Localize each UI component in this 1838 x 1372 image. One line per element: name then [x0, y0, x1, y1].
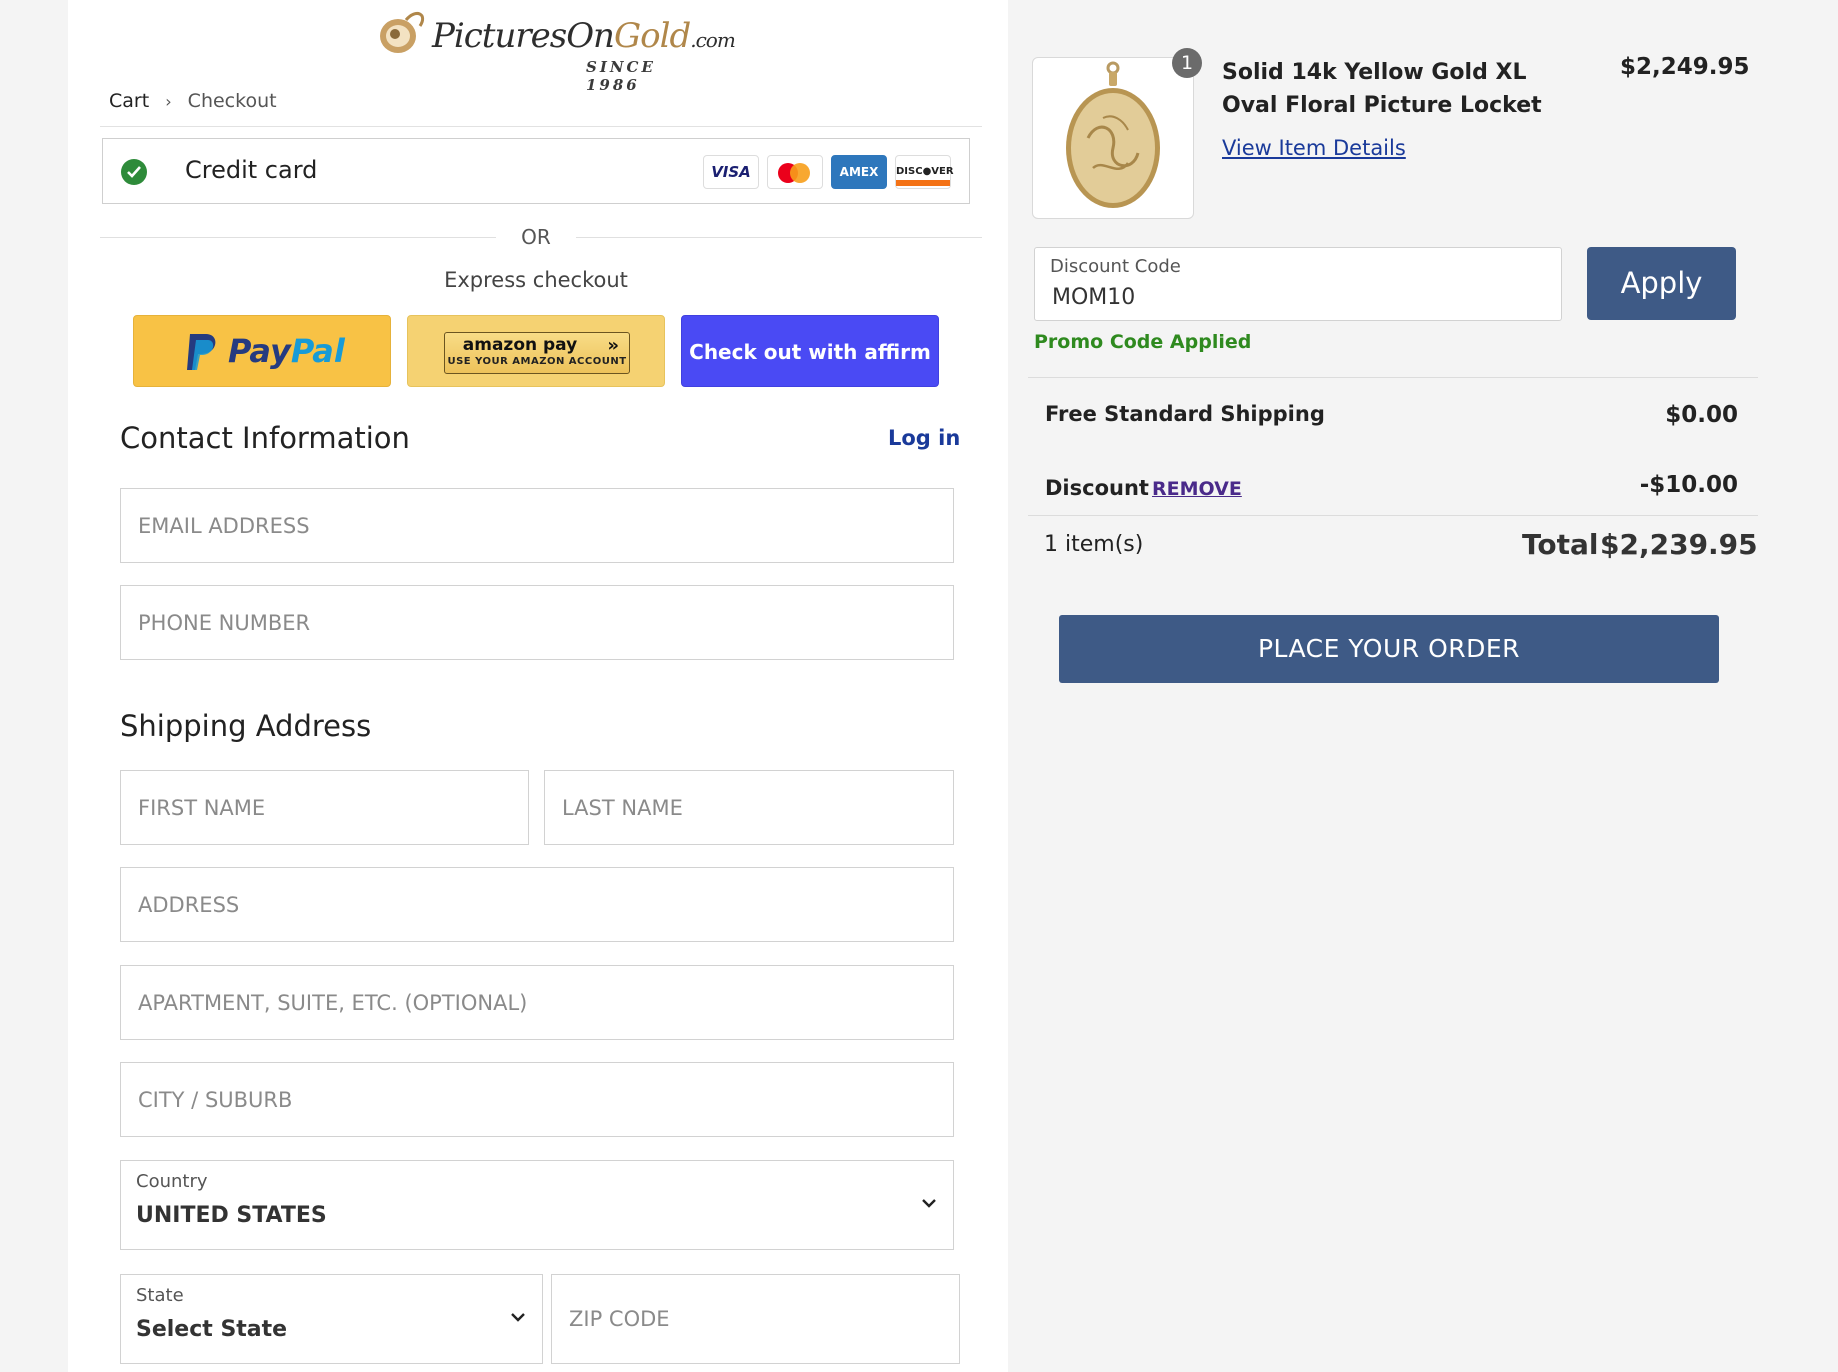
paypal-button[interactable]: PayPal [133, 315, 391, 387]
paypal-label: PayPal [228, 332, 345, 370]
view-item-details-link[interactable]: View Item Details [1222, 136, 1406, 160]
apartment-input[interactable] [121, 966, 953, 1039]
state-value: Select State [136, 1317, 288, 1342]
email-input[interactable] [121, 489, 953, 562]
chevron-down-icon [511, 1313, 525, 1322]
promo-status: Promo Code Applied [1034, 331, 1252, 353]
shipping-section-title: Shipping Address [120, 709, 372, 743]
city-field[interactable] [120, 1062, 954, 1137]
city-input[interactable] [121, 1063, 953, 1136]
last-name-input[interactable] [545, 771, 953, 844]
divider [576, 237, 982, 238]
total-label: Total [1522, 528, 1599, 561]
state-label: State [136, 1285, 184, 1306]
phone-field[interactable] [120, 585, 954, 660]
divider [1028, 377, 1758, 378]
last-name-field[interactable] [544, 770, 954, 845]
apartment-field[interactable] [120, 965, 954, 1040]
items-count: 1 item(s) [1044, 532, 1144, 557]
mastercard-icon [767, 155, 823, 189]
amex-icon: AMEX [831, 155, 887, 189]
country-label: Country [136, 1171, 208, 1192]
discount-code-input[interactable] [1035, 248, 1561, 320]
product-price: $2,249.95 [1620, 54, 1750, 80]
discount-row-value: -$10.00 [1639, 472, 1738, 498]
amazon-pay-button[interactable]: amazon pay » USE YOUR AMAZON ACCOUNT [407, 315, 665, 387]
total-value: $2,239.95 [1600, 528, 1758, 561]
check-circle-icon [121, 159, 147, 185]
logo-tagline: SINCE 1986 [586, 58, 656, 94]
locket-image [1066, 61, 1160, 208]
breadcrumb: Cart › Checkout [109, 90, 277, 112]
quantity-badge: 1 [1172, 48, 1202, 78]
email-field[interactable] [120, 488, 954, 563]
country-value: UNITED STATES [136, 1203, 327, 1228]
double-chevron-icon: » [607, 335, 619, 356]
shipping-value: $0.00 [1665, 402, 1738, 428]
visa-icon: VISA [703, 155, 759, 189]
remove-discount-link[interactable]: REMOVE [1152, 478, 1242, 500]
discount-code-field[interactable]: Discount Code [1034, 247, 1562, 321]
product-thumbnail[interactable] [1032, 57, 1194, 219]
amazon-pay-badge: amazon pay » USE YOUR AMAZON ACCOUNT [444, 332, 630, 374]
express-checkout-label: Express checkout [444, 268, 628, 292]
state-select[interactable]: State Select State [120, 1274, 543, 1364]
logo-text: PicturesOnGold.com [432, 16, 736, 56]
shipping-label: Free Standard Shipping [1045, 402, 1325, 426]
locket-logo-icon [380, 11, 425, 53]
zip-input[interactable] [552, 1275, 959, 1363]
country-select[interactable]: Country UNITED STATES [120, 1160, 954, 1250]
divider [100, 126, 982, 127]
first-name-input[interactable] [121, 771, 528, 844]
discount-row-label: Discount [1045, 476, 1149, 500]
credit-card-option[interactable]: Credit card VISA AMEX DISC●VER [102, 138, 970, 204]
phone-input[interactable] [121, 586, 953, 659]
breadcrumb-cart[interactable]: Cart [109, 90, 149, 112]
amazon-pay-label: amazon pay [462, 335, 578, 355]
first-name-field[interactable] [120, 770, 529, 845]
affirm-button[interactable]: Check out with affirm [681, 315, 939, 387]
paypal-icon [187, 334, 216, 370]
chevron-down-icon [922, 1199, 936, 1208]
contact-section-title: Contact Information [120, 421, 410, 455]
product-name: Solid 14k Yellow Gold XL Oval Floral Pic… [1222, 60, 1542, 118]
breadcrumb-checkout: Checkout [187, 90, 277, 112]
divider [1028, 515, 1758, 516]
amazon-pay-sublabel: USE YOUR AMAZON ACCOUNT [447, 356, 627, 367]
chevron-right-icon: › [165, 92, 172, 111]
site-logo[interactable]: PicturesOnGold.com SINCE 1986 [376, 2, 736, 94]
login-link[interactable]: Log in [888, 426, 960, 450]
apply-button[interactable]: Apply [1587, 247, 1736, 320]
zip-field[interactable] [551, 1274, 960, 1364]
place-order-button[interactable]: PLACE YOUR ORDER [1059, 615, 1719, 683]
or-separator: OR [521, 225, 551, 249]
address-field[interactable] [120, 867, 954, 942]
divider [100, 237, 496, 238]
discover-icon: DISC●VER [895, 155, 954, 189]
credit-card-label: Credit card [185, 156, 318, 184]
address-input[interactable] [121, 868, 953, 941]
